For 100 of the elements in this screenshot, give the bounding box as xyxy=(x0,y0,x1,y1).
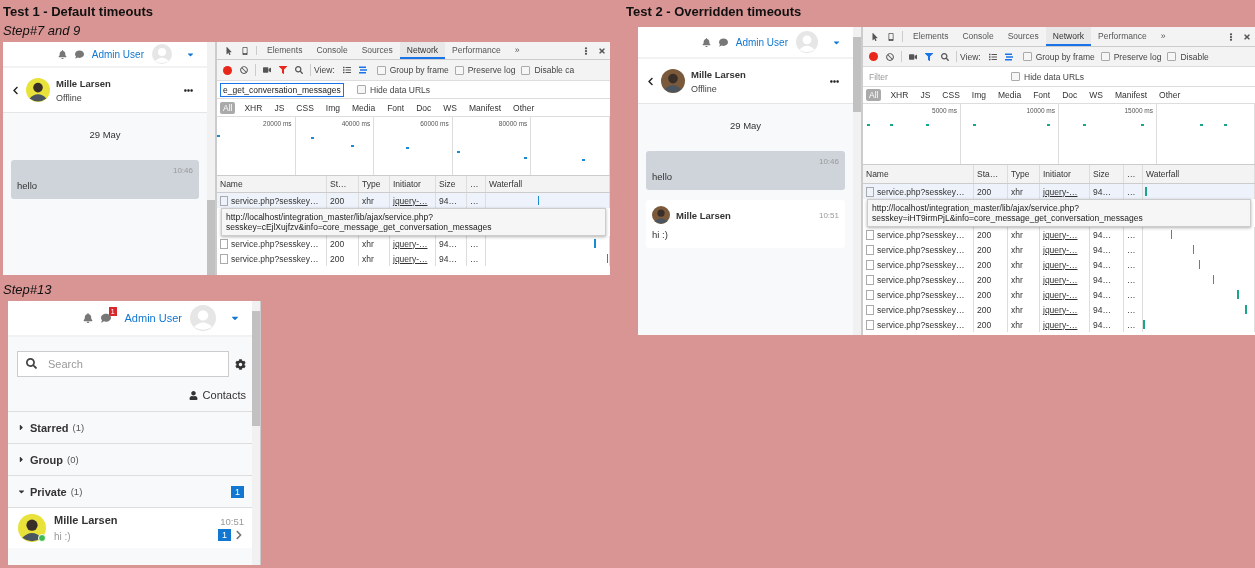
request-name-cell[interactable]: service.php?sesskey… xyxy=(863,317,974,332)
record-icon[interactable] xyxy=(223,65,232,75)
request-name-cell[interactable]: service.php?sesskey… xyxy=(217,251,327,266)
messages-icon[interactable] xyxy=(718,37,728,47)
timeline-mark xyxy=(350,145,354,147)
filter-field[interactable]: e_get_conversation_messages xyxy=(220,82,344,97)
timeline-mark xyxy=(890,124,894,126)
column-header[interactable]: Size xyxy=(1090,165,1124,183)
hide-data-urls-checkbox[interactable]: Hide data URLs xyxy=(1005,71,1084,82)
type-filter-button[interactable]: Media xyxy=(995,89,1025,101)
type-filter-button[interactable]: WS xyxy=(1086,89,1106,101)
type-filter-button[interactable]: Media xyxy=(349,101,379,114)
column-header[interactable]: Name xyxy=(863,165,974,183)
column-header[interactable]: Sta… xyxy=(974,165,1008,183)
type-filter-button[interactable]: Doc xyxy=(413,101,435,114)
devtools-tab[interactable]: Performance xyxy=(445,42,508,59)
column-header[interactable]: … xyxy=(1124,165,1143,183)
video-camera-icon[interactable] xyxy=(263,66,271,74)
scrollbar-thumb[interactable] xyxy=(252,311,260,426)
type-filter-button[interactable]: JS xyxy=(917,89,934,101)
column-header[interactable]: Type xyxy=(359,176,390,192)
type-filter-button[interactable]: XHR xyxy=(887,89,912,101)
waterfall-view-icon[interactable] xyxy=(358,66,367,74)
type-filter-button[interactable]: WS xyxy=(440,101,460,114)
devtools-tab[interactable]: Sources xyxy=(354,42,400,59)
filter-icon[interactable] xyxy=(279,66,287,74)
timeline-mark xyxy=(311,137,315,139)
scrollbar-thumb[interactable] xyxy=(853,37,861,112)
file-icon xyxy=(866,304,874,315)
contact-row[interactable]: Mille Larsen hi :) 10:51 1 xyxy=(8,507,252,548)
devtools-tab[interactable]: Console xyxy=(955,27,1001,46)
notification-bell-icon[interactable] xyxy=(57,49,67,59)
type-filter-button[interactable]: Manifest xyxy=(1112,89,1151,101)
timeline-mark xyxy=(1141,124,1145,126)
contacts-link[interactable]: Contacts xyxy=(188,389,246,401)
column-header[interactable]: Initiator xyxy=(390,176,436,192)
option-checkbox[interactable]: Group by frame xyxy=(370,65,449,75)
devtools-tab[interactable]: Elements xyxy=(260,42,310,59)
devtools-tab[interactable]: Sources xyxy=(1000,27,1046,46)
list-view-icon[interactable] xyxy=(988,52,997,61)
type-filter-button[interactable]: Img xyxy=(322,101,343,114)
search-icon[interactable] xyxy=(941,52,949,61)
record-icon[interactable] xyxy=(869,52,878,61)
option-checkbox[interactable]: Preserve log xyxy=(448,65,516,75)
type-filter-button[interactable]: Img xyxy=(968,89,989,101)
column-header[interactable]: Type xyxy=(1008,165,1040,183)
user-menu-link[interactable]: Admin User xyxy=(124,312,182,324)
scrollbar-thumb[interactable] xyxy=(207,200,215,275)
clear-icon[interactable] xyxy=(240,66,248,74)
settings-icon[interactable] xyxy=(235,358,246,370)
type-filter-button[interactable]: Other xyxy=(1156,89,1184,101)
back-chevron-icon[interactable] xyxy=(646,76,655,86)
initiator-link[interactable]: jquery-… xyxy=(390,251,436,266)
type-filter-button[interactable]: XHR xyxy=(241,101,266,114)
type-filter-button[interactable]: CSS xyxy=(939,89,963,101)
messages-icon[interactable] xyxy=(74,49,84,59)
devtools-tab[interactable]: Network xyxy=(399,42,445,59)
devtools-tab[interactable]: Console xyxy=(309,42,355,59)
list-view-icon[interactable] xyxy=(342,66,351,74)
video-camera-icon[interactable] xyxy=(909,52,917,61)
initiator-link[interactable]: jquery-… xyxy=(1040,317,1090,332)
filter-icon[interactable] xyxy=(925,52,933,61)
clear-icon[interactable] xyxy=(886,52,894,61)
option-checkbox[interactable]: Disable ca xyxy=(515,65,575,75)
devtools-tab[interactable]: Network xyxy=(1045,27,1091,46)
notification-bell-icon[interactable] xyxy=(82,313,93,323)
devtools-tab[interactable]: Performance xyxy=(1091,27,1154,46)
file-icon xyxy=(866,186,874,197)
user-menu-link[interactable]: Admin User xyxy=(735,36,788,48)
waterfall-bar xyxy=(1192,245,1195,254)
back-chevron-icon[interactable] xyxy=(11,85,20,95)
search-icon[interactable] xyxy=(295,66,303,74)
type-filter-button[interactable]: JS xyxy=(271,101,288,114)
column-header[interactable]: Waterfall xyxy=(486,176,610,192)
sender-name: Mille Larsen xyxy=(676,209,731,221)
type-filter-button[interactable]: Font xyxy=(1030,89,1054,101)
waterfall-bar xyxy=(606,254,609,263)
column-header[interactable]: Size xyxy=(436,176,467,192)
notification-bell-icon[interactable] xyxy=(701,37,711,47)
more-tabs-button[interactable]: » xyxy=(1153,27,1173,46)
type-filter-button[interactable]: Other xyxy=(510,101,538,114)
type-filter-button[interactable]: Doc xyxy=(1059,89,1081,101)
type-filter-button[interactable]: Font xyxy=(384,101,408,114)
type-filter-button[interactable]: CSS xyxy=(293,101,317,114)
devtools-tab[interactable]: Elements xyxy=(906,27,956,46)
column-header[interactable]: Initiator xyxy=(1040,165,1090,183)
column-header[interactable]: Waterfall xyxy=(1143,165,1255,183)
user-menu-link[interactable]: Admin User xyxy=(91,48,144,60)
search-field[interactable]: Search xyxy=(17,351,229,377)
messages-icon[interactable] xyxy=(100,313,111,323)
more-tabs-button[interactable]: » xyxy=(507,42,527,59)
column-header[interactable]: St… xyxy=(327,176,359,192)
option-checkbox[interactable]: Preserve log xyxy=(1094,51,1162,62)
hide-data-urls-checkbox[interactable]: Hide data URLs xyxy=(351,84,430,95)
column-header[interactable]: … xyxy=(467,176,486,192)
option-checkbox[interactable]: Group by frame xyxy=(1016,51,1095,62)
column-header[interactable]: Name xyxy=(217,176,327,192)
type-filter-button[interactable]: Manifest xyxy=(466,101,505,114)
waterfall-view-icon[interactable] xyxy=(1004,52,1013,61)
option-checkbox[interactable]: Disable xyxy=(1161,51,1209,62)
